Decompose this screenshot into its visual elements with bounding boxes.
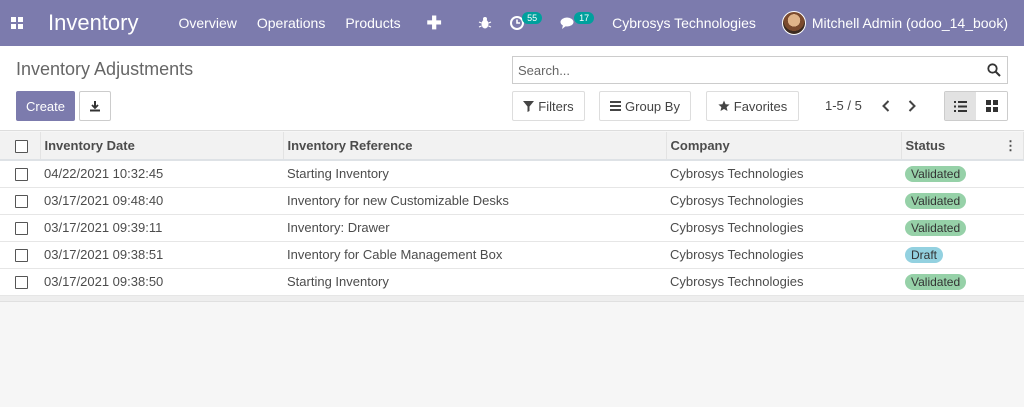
column-header-status-label: Status bbox=[905, 137, 946, 153]
row-checkbox[interactable] bbox=[15, 249, 28, 263]
table-row[interactable]: 03/17/2021 09:38:51 Inventory for Cable … bbox=[0, 241, 1024, 269]
group-by-button[interactable]: Group By bbox=[599, 91, 691, 121]
row-select-cell bbox=[0, 268, 40, 296]
apps-menu-icon[interactable] bbox=[0, 0, 34, 46]
menu-operations[interactable]: Operations bbox=[257, 15, 325, 31]
row-select-cell bbox=[0, 160, 40, 188]
plus-icon[interactable]: ✚ bbox=[427, 13, 442, 34]
column-header-status[interactable]: Status ⋮ bbox=[901, 132, 1024, 161]
favorites-button[interactable]: Favorites bbox=[706, 91, 799, 121]
view-switcher bbox=[944, 91, 1008, 121]
kanban-view-icon bbox=[985, 100, 998, 112]
chevron-left-icon bbox=[882, 100, 890, 112]
cell-date: 03/17/2021 09:48:40 bbox=[40, 187, 283, 215]
search-input[interactable] bbox=[513, 57, 973, 83]
status-badge: Validated bbox=[905, 165, 967, 182]
table-row[interactable]: 03/17/2021 09:48:40 Inventory for new Cu… bbox=[0, 187, 1024, 215]
cell-company: Cybrosys Technologies bbox=[666, 268, 901, 296]
avatar[interactable] bbox=[781, 11, 806, 35]
activity-menu[interactable]: 55 bbox=[510, 12, 543, 30]
top-navbar: Inventory Overview Operations Products ✚… bbox=[0, 0, 1024, 46]
cell-reference: Starting Inventory bbox=[283, 160, 666, 188]
main-menu: Overview Operations Products ✚ bbox=[179, 13, 442, 34]
favorites-label: Favorites bbox=[733, 98, 788, 114]
group-by-label: Group By bbox=[625, 98, 680, 114]
cell-status: Validated bbox=[901, 214, 1024, 242]
cell-status: Validated bbox=[901, 187, 1024, 215]
cell-status: Validated bbox=[901, 268, 1024, 296]
status-badge: Validated bbox=[905, 192, 967, 209]
activity-count-badge: 55 bbox=[522, 12, 543, 24]
cell-status: Validated bbox=[901, 160, 1024, 188]
status-badge: Validated bbox=[905, 273, 967, 290]
filters-label: Filters bbox=[538, 98, 574, 114]
cell-company: Cybrosys Technologies bbox=[666, 187, 901, 215]
kanban-view-button[interactable] bbox=[976, 92, 1007, 120]
user-menu[interactable]: Mitchell Admin (odoo_14_book) bbox=[812, 15, 1008, 31]
cell-date: 04/22/2021 10:32:45 bbox=[40, 160, 283, 188]
row-checkbox[interactable] bbox=[15, 195, 28, 209]
filter-icon bbox=[523, 100, 535, 112]
search-icon[interactable] bbox=[987, 63, 1001, 77]
menu-overview[interactable]: Overview bbox=[179, 15, 237, 31]
cell-reference: Starting Inventory bbox=[283, 268, 666, 296]
status-badge: Draft bbox=[905, 246, 944, 263]
filters-button[interactable]: Filters bbox=[512, 91, 585, 121]
cell-reference: Inventory for Cable Management Box bbox=[283, 241, 666, 269]
search-bar bbox=[512, 56, 1008, 84]
pager-next-button[interactable] bbox=[902, 95, 922, 117]
cell-company: Cybrosys Technologies bbox=[666, 214, 901, 242]
status-badge: Validated bbox=[905, 219, 967, 236]
star-icon bbox=[718, 100, 730, 111]
cell-status: Draft bbox=[901, 241, 1024, 269]
cell-reference: Inventory: Drawer bbox=[283, 214, 666, 242]
cell-date: 03/17/2021 09:38:50 bbox=[40, 268, 283, 296]
select-all-cell bbox=[0, 132, 41, 161]
control-panel: Inventory Adjustments Create Filters Gro… bbox=[0, 46, 1024, 131]
menu-products[interactable]: Products bbox=[345, 15, 400, 31]
cell-date: 03/17/2021 09:39:11 bbox=[40, 214, 283, 242]
cell-date: 03/17/2021 09:38:51 bbox=[40, 241, 283, 269]
message-count-badge: 17 bbox=[574, 12, 595, 24]
page-title: Inventory Adjustments bbox=[16, 59, 194, 79]
create-button[interactable]: Create bbox=[16, 91, 75, 121]
table-row[interactable]: 03/17/2021 09:39:11 Inventory: Drawer Cy… bbox=[0, 214, 1024, 242]
bug-icon[interactable] bbox=[478, 16, 492, 30]
download-button[interactable] bbox=[79, 91, 111, 121]
column-header-reference[interactable]: Inventory Reference bbox=[283, 132, 667, 161]
row-checkbox[interactable] bbox=[15, 168, 28, 182]
cell-company: Cybrosys Technologies bbox=[666, 160, 901, 188]
app-title[interactable]: Inventory bbox=[48, 10, 139, 36]
company-switcher[interactable]: Cybrosys Technologies bbox=[612, 15, 756, 31]
pager-value[interactable]: 1-5 / 5 bbox=[825, 98, 862, 113]
list-view: Inventory Date Inventory Reference Compa… bbox=[0, 132, 1024, 296]
list-view-button[interactable] bbox=[945, 92, 976, 120]
systray: 55 17 Cybrosys Technologies Mitchell Adm… bbox=[478, 0, 1024, 46]
row-checkbox[interactable] bbox=[15, 276, 28, 290]
row-select-cell bbox=[0, 214, 40, 242]
row-select-cell bbox=[0, 187, 40, 215]
row-select-cell bbox=[0, 241, 40, 269]
chevron-right-icon bbox=[908, 100, 916, 112]
column-options-icon[interactable]: ⋮ bbox=[1004, 138, 1017, 154]
row-checkbox[interactable] bbox=[15, 222, 28, 236]
inventory-table: Inventory Date Inventory Reference Compa… bbox=[0, 132, 1024, 296]
table-row[interactable]: 04/22/2021 10:32:45 Starting Inventory C… bbox=[0, 160, 1024, 188]
cell-reference: Inventory for new Customizable Desks bbox=[283, 187, 666, 215]
list-view-icon bbox=[954, 100, 967, 112]
download-icon bbox=[90, 101, 100, 112]
column-header-date[interactable]: Inventory Date bbox=[40, 132, 284, 161]
pager-previous-button[interactable] bbox=[876, 95, 896, 117]
select-all-checkbox[interactable] bbox=[15, 140, 28, 154]
table-footer bbox=[0, 296, 1024, 302]
cell-company: Cybrosys Technologies bbox=[666, 241, 901, 269]
messaging-menu[interactable]: 17 bbox=[560, 12, 595, 30]
column-header-company[interactable]: Company bbox=[666, 132, 902, 161]
list-bars-icon bbox=[610, 101, 622, 111]
table-header-row: Inventory Date Inventory Reference Compa… bbox=[0, 132, 1024, 161]
table-row[interactable]: 03/17/2021 09:38:50 Starting Inventory C… bbox=[0, 268, 1024, 296]
